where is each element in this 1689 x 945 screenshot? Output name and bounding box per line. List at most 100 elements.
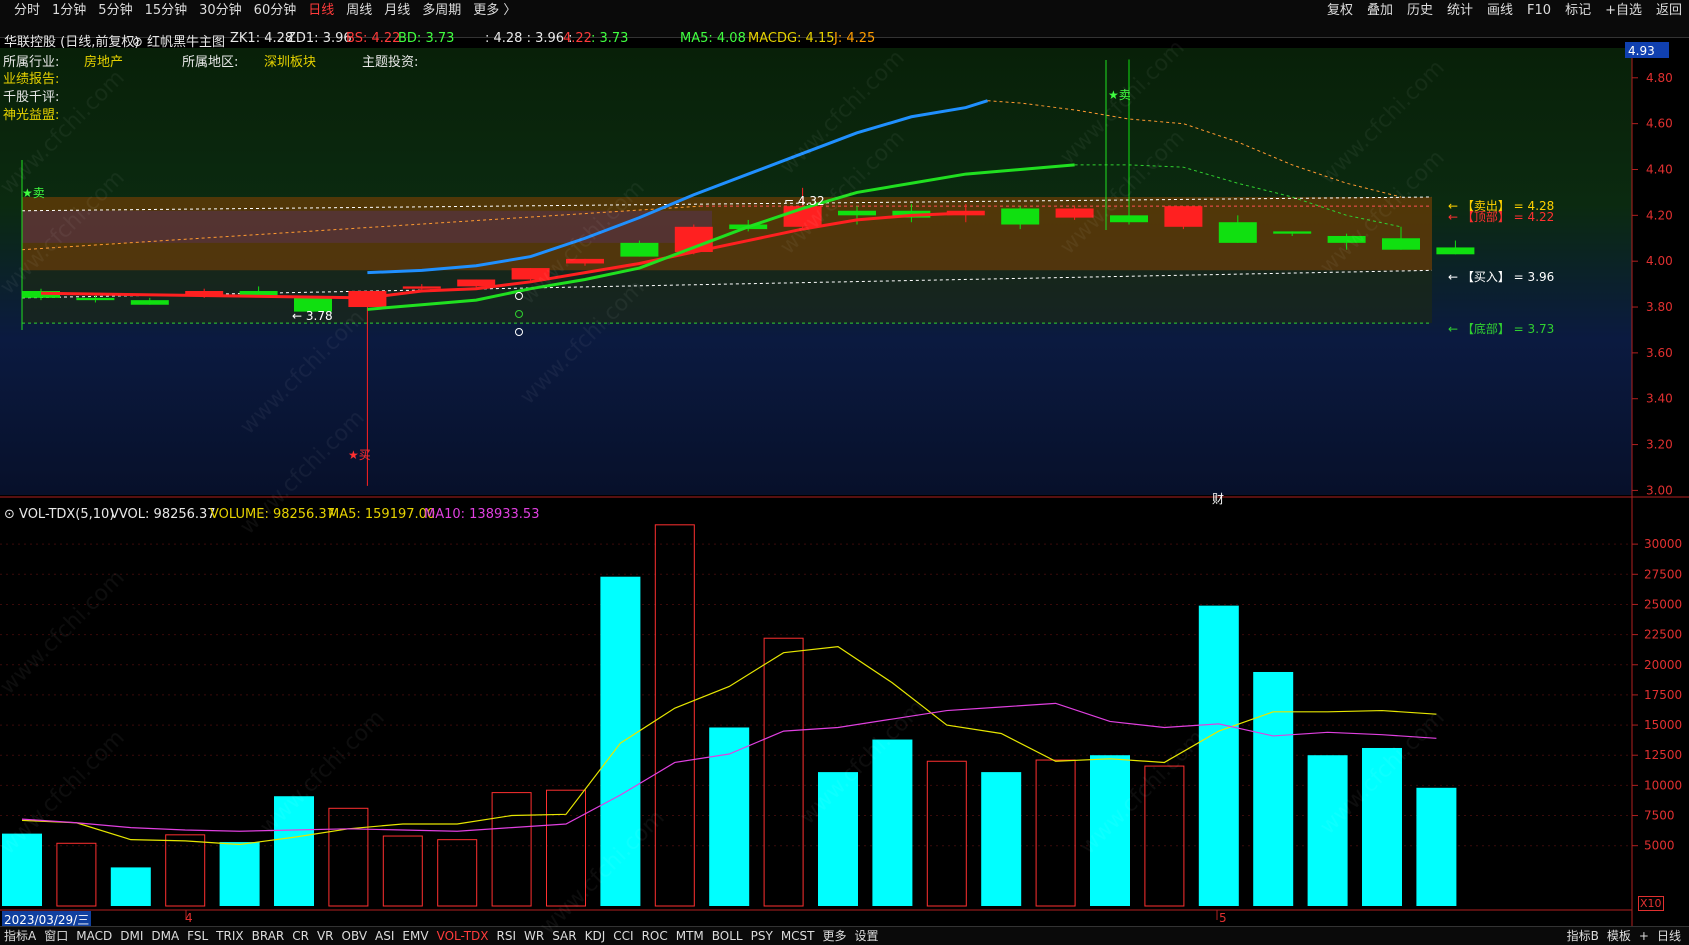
candle-body-9	[511, 268, 550, 280]
indicator-tab-5[interactable]: FSL	[183, 927, 212, 945]
bottom-right-control-0[interactable]: 指标B	[1563, 927, 1603, 945]
signal-circle-2	[515, 328, 523, 336]
candle-body-2	[130, 300, 169, 305]
level-top-label: ← 【顶部】 = 4.22	[1448, 209, 1554, 224]
vol-y-tick-label-10: 30000	[1644, 537, 1682, 551]
vol-bar-12	[654, 524, 695, 907]
indicator-tab-23[interactable]: MCST	[777, 927, 819, 945]
vol-bar-2	[110, 867, 151, 906]
bottom-right-control-1[interactable]: 模板	[1603, 927, 1635, 945]
vol-bar-6	[328, 807, 369, 907]
indicator-tab-21[interactable]: BOLL	[708, 927, 747, 945]
vol-y-tick-label-0: 5000	[1644, 839, 1675, 853]
indicator-tab-4[interactable]: DMA	[147, 927, 183, 945]
level-bottom-label: ← 【底部】 = 3.73	[1448, 321, 1554, 336]
indicator-tab-20[interactable]: MTM	[672, 927, 708, 945]
vol-bar-19	[1035, 759, 1076, 907]
vol-ma10-value: MA10: 138933.53	[424, 507, 540, 522]
vol-bar-23	[1253, 671, 1294, 906]
vol-bar-7	[382, 835, 423, 907]
y-tick-label-7: 4.40	[1646, 162, 1673, 176]
indicator-tab-22[interactable]: PSY	[747, 927, 777, 945]
vol-y-tick-label-5: 17500	[1644, 688, 1682, 702]
sell-star-left: ★卖	[22, 186, 45, 200]
candle-body-26	[1436, 247, 1475, 255]
indicator-tab-8[interactable]: CR	[288, 927, 313, 945]
bottom-right-control-3[interactable]: 日线	[1653, 927, 1685, 945]
candle-body-15	[838, 210, 876, 216]
month-marker-4: 4	[185, 911, 193, 925]
ma-orange-dotted	[987, 100, 1402, 198]
indicator-tab-1[interactable]: 窗口	[40, 927, 72, 945]
vol-bar-10	[546, 789, 586, 907]
indicator-tab-7[interactable]: BRAR	[248, 927, 289, 945]
chart-overlay: 3.00 3.20 3.40 3.60 3.80 4.00 4.20 4.40 4.60 4.80…	[0, 42, 1689, 926]
candle-body-22	[1218, 222, 1257, 243]
vol-bar-1	[56, 842, 97, 907]
vol-indicator-name[interactable]: ⊙ VOL-TDX(5,10)	[4, 507, 114, 522]
vol-bar-4	[219, 842, 260, 906]
indicator-tab-24[interactable]: 更多	[819, 927, 851, 945]
vol-bar-8	[437, 839, 478, 907]
indicator-tab-0[interactable]: 指标A	[0, 927, 40, 945]
vol-bar-5	[274, 796, 314, 906]
date-bar: 2023/03/29/三 4 5 X10	[0, 896, 1664, 928]
y-tick-label-9: 4.80	[1646, 71, 1673, 85]
indicator-tab-13[interactable]: VOL-TDX	[433, 927, 493, 945]
bottom-right-controls: 指标B 模板 + 日线	[1563, 927, 1685, 945]
y-tick-label-6: 4.20	[1646, 208, 1673, 222]
vol-bar-18	[981, 772, 1022, 906]
vol-bar-26	[1416, 787, 1457, 906]
indicator-tab-25[interactable]: 设置	[851, 927, 883, 945]
month-marker-5: 5	[1219, 911, 1227, 925]
indicator-tab-16[interactable]: SAR	[548, 927, 580, 945]
y-tick-label-4: 3.80	[1646, 300, 1673, 314]
indicator-tab-6[interactable]: TRIX	[212, 927, 247, 945]
indicator-tab-3[interactable]: DMI	[116, 927, 147, 945]
indicator-tabs: 指标A 窗口 MACD DMI DMA FSL TRIX BRAR CR VR OBV ASI EMV V…	[0, 927, 883, 945]
indicator-tab-19[interactable]: ROC	[638, 927, 672, 945]
vol-bar-21	[1144, 765, 1185, 907]
vol-y-tick-label-3: 12500	[1644, 748, 1682, 762]
vol-bar-9	[491, 792, 532, 907]
indicator-tab-9[interactable]: VR	[313, 927, 338, 945]
vol-bar-16	[872, 739, 913, 906]
candle-body-11	[620, 242, 659, 257]
current-price-label: 4.93	[1628, 44, 1655, 58]
y-tick-label-5: 4.00	[1646, 254, 1673, 268]
candle-body-19	[1055, 208, 1094, 218]
vol-bar-0	[2, 833, 42, 906]
y-tick-label-3: 3.60	[1646, 346, 1673, 360]
y-tick-label-0: 3.00	[1646, 483, 1673, 497]
indicator-tab-10[interactable]: OBV	[338, 927, 372, 945]
indicator-tab-18[interactable]: CCI	[609, 927, 637, 945]
vol-y-tick-label-4: 15000	[1644, 718, 1682, 732]
vol-bar-15	[818, 772, 858, 906]
indicator-tab-11[interactable]: ASI	[371, 927, 398, 945]
candle-body-7	[402, 286, 441, 289]
bottom-right-control-2[interactable]: +	[1635, 927, 1653, 945]
vol-y-tick-label-7: 22500	[1644, 628, 1682, 642]
volume-value: VOLUME: 98256.37	[210, 507, 335, 522]
vol-bar-20	[1090, 755, 1130, 906]
indicator-tab-14[interactable]: RSI	[493, 927, 521, 945]
sell-star-right: ★卖	[1108, 88, 1131, 102]
indicator-tab-15[interactable]: WR	[520, 927, 548, 945]
vol-y-tick-label-1: 7500	[1644, 809, 1675, 823]
vol-bar-17	[926, 760, 967, 907]
volume-header: ⊙ VOL-TDX(5,10) VVOL: 98256.37 VOLUME: 9…	[0, 507, 1632, 525]
y-tick-label-8: 4.60	[1646, 117, 1673, 131]
indicator-tab-2[interactable]: MACD	[72, 927, 116, 945]
vol-y-tick-label-6: 20000	[1644, 658, 1682, 672]
candle-body-23	[1273, 231, 1312, 234]
y-tick-label-2: 3.40	[1646, 392, 1673, 406]
candle-body-18	[1001, 208, 1040, 225]
vvol-value: VVOL: 98256.37	[110, 507, 216, 522]
candle-body-25	[1382, 238, 1420, 250]
indicator-tab-17[interactable]: KDJ	[581, 927, 610, 945]
vol-bar-24	[1307, 755, 1348, 906]
scale-badge: X10	[1638, 896, 1664, 911]
indicator-tab-12[interactable]: EMV	[398, 927, 432, 945]
candle-body-8	[457, 279, 496, 287]
candle-body-20	[1110, 215, 1148, 223]
